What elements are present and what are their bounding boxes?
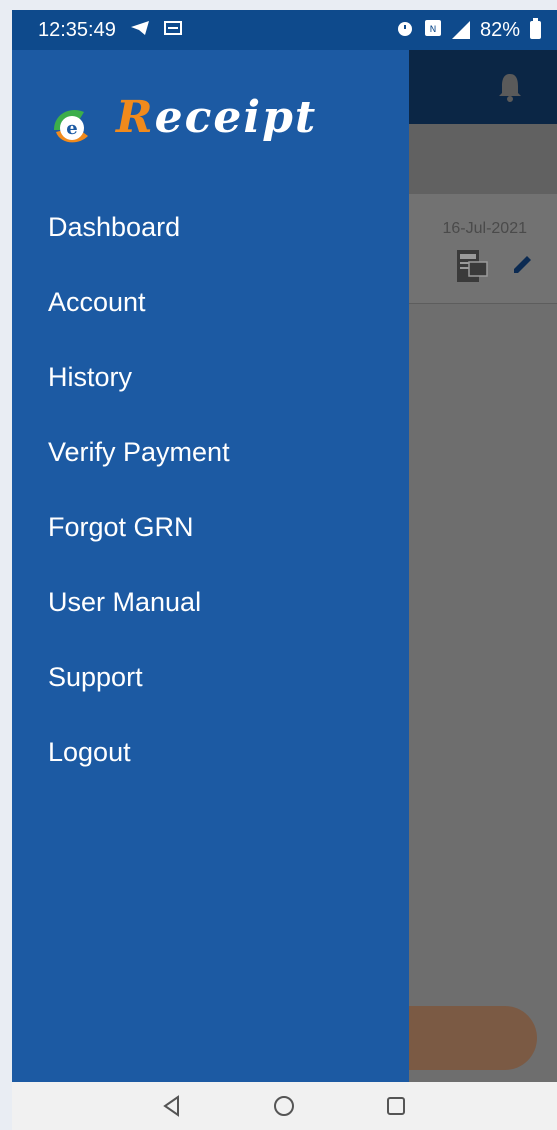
- receipt-icon[interactable]: [455, 248, 489, 284]
- svg-text:N: N: [430, 25, 437, 35]
- home-icon[interactable]: [272, 1094, 296, 1118]
- alarm-icon: [396, 19, 414, 42]
- menu-item-verify-payment[interactable]: Verify Payment: [12, 415, 409, 490]
- bell-icon[interactable]: [497, 72, 523, 102]
- menu-item-dashboard[interactable]: Dashboard: [12, 190, 409, 265]
- signal-icon: [451, 21, 470, 39]
- menu-item-logout[interactable]: Logout: [12, 715, 409, 790]
- menu-item-forgot-grn[interactable]: Forgot GRN: [12, 490, 409, 565]
- back-icon[interactable]: [160, 1094, 184, 1118]
- logo-e-icon: e: [54, 110, 88, 143]
- clock: 12:35:49: [38, 18, 116, 41]
- status-bar: 12:35:49 N 82%: [12, 10, 557, 50]
- ereceipt-logo: e Receipt: [44, 82, 318, 162]
- logo-text: Receipt: [116, 92, 318, 143]
- drawer-menu: Dashboard Account History Verify Payment…: [12, 190, 409, 790]
- status-left: 12:35:49: [38, 19, 182, 42]
- nfc-icon: N: [424, 19, 442, 42]
- system-nav-bar: [12, 1082, 557, 1130]
- menu-item-support[interactable]: Support: [12, 640, 409, 715]
- recents-icon[interactable]: [384, 1094, 408, 1118]
- menu-item-history[interactable]: History: [12, 340, 409, 415]
- battery-percent: 82%: [479, 18, 520, 41]
- menu-item-user-manual[interactable]: User Manual: [12, 565, 409, 640]
- phone-screen: 12:35:49 N 82% 16-Jul-2021 e Receipt Das…: [12, 10, 557, 1130]
- edit-icon[interactable]: [511, 252, 535, 276]
- telegram-icon: [130, 20, 150, 41]
- card-date: 16-Jul-2021: [442, 220, 528, 237]
- message-icon: [163, 20, 182, 40]
- status-right: N 82%: [396, 18, 541, 42]
- navigation-drawer: e Receipt Dashboard Account History Veri…: [12, 50, 409, 1082]
- svg-text:e: e: [66, 118, 77, 139]
- menu-item-account[interactable]: Account: [12, 265, 409, 340]
- battery-icon: [530, 18, 541, 39]
